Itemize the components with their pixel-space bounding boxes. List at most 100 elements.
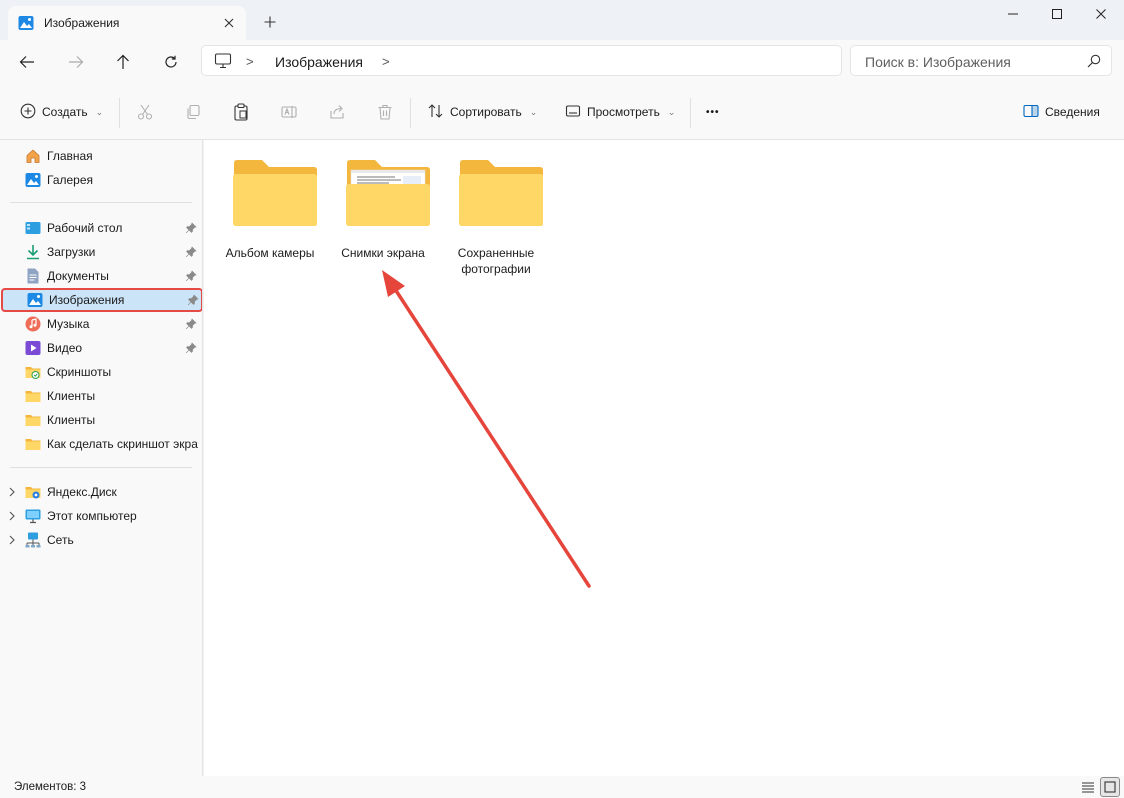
sort-button[interactable]: Сортировать ⌄ (428, 101, 537, 123)
pictures-icon (27, 292, 43, 308)
copy-icon[interactable] (182, 101, 204, 123)
minimize-button[interactable] (990, 0, 1036, 28)
video-icon (25, 340, 41, 356)
downloads-icon (25, 244, 41, 260)
folder-name: Альбом камеры (225, 246, 315, 260)
sidebar-item-pictures[interactable]: Изображения (1, 288, 202, 312)
sidebar-item-documents[interactable]: Документы (0, 264, 202, 288)
folder-icon (25, 412, 41, 428)
sidebar-item-label: Загрузки (47, 245, 96, 259)
computer-icon (25, 508, 41, 524)
sidebar-item-label: Рабочий стол (47, 221, 123, 235)
forward-button[interactable] (64, 50, 88, 74)
chevron-down-icon: ⌄ (667, 106, 676, 117)
folder-icon (459, 160, 543, 226)
breadcrumb-chevron-icon[interactable]: > (382, 54, 390, 69)
sidebar-item-network[interactable]: Сеть (0, 528, 202, 552)
folder-item-saved-pictures[interactable]: Сохраненные фотографии (446, 155, 546, 285)
chevron-right-icon[interactable] (7, 534, 17, 546)
pin-icon[interactable] (185, 318, 197, 330)
sidebar-item-clients[interactable]: Клиенты (0, 384, 202, 408)
sidebar-item-how-to-screenshot[interactable]: Как сделать скриншот экра (0, 432, 202, 456)
paste-icon[interactable] (230, 101, 252, 123)
back-button[interactable] (15, 50, 39, 74)
chevron-right-icon[interactable] (7, 510, 17, 522)
create-label: Создать (42, 105, 88, 119)
pin-icon[interactable] (185, 246, 197, 258)
pin-icon[interactable] (185, 270, 197, 282)
share-icon[interactable] (326, 101, 348, 123)
new-tab-button[interactable] (260, 12, 280, 32)
sort-icon (428, 103, 444, 122)
sidebar-item-video[interactable]: Видео (0, 336, 202, 360)
pin-icon[interactable] (185, 342, 197, 354)
sidebar-item-clients[interactable]: Клиенты (0, 408, 202, 432)
sidebar-item-label: Скриншоты (47, 365, 112, 379)
maximize-button[interactable] (1034, 0, 1080, 28)
tab-pictures[interactable]: Изображения (8, 6, 246, 40)
sidebar-item-label: Главная (47, 149, 93, 163)
command-bar: Создать ⌄ Сортировать ⌄ Просмотреть ⌄ ••… (0, 84, 1124, 140)
sidebar-item-this-pc[interactable]: Этот компьютер (0, 504, 202, 528)
music-icon (25, 316, 41, 332)
up-button[interactable] (111, 50, 135, 74)
delete-icon[interactable] (374, 101, 396, 123)
details-button[interactable]: Сведения (1023, 101, 1100, 123)
tab-title: Изображения (44, 16, 120, 30)
desktop-icon (25, 220, 41, 236)
tab-close-icon[interactable] (220, 14, 238, 32)
sidebar-item-music[interactable]: Музыка (0, 312, 202, 336)
sidebar-item-yandex-disk[interactable]: Яндекс.Диск (0, 480, 202, 504)
sidebar-item-screenshots[interactable]: Скриншоты (0, 360, 202, 384)
breadcrumb-pictures[interactable]: Изображения (275, 54, 363, 70)
view-button[interactable]: Просмотреть ⌄ (565, 101, 675, 123)
rename-icon[interactable] (278, 101, 300, 123)
close-window-button[interactable] (1078, 0, 1124, 28)
folder-item-camera-roll[interactable]: Альбом камеры (220, 155, 320, 285)
chevron-down-icon: ⌄ (95, 106, 104, 117)
folder-name: Сохраненные фотографии (457, 246, 535, 276)
sidebar-item-desktop[interactable]: Рабочий стол (0, 216, 202, 240)
sidebar-item-label: Музыка (47, 317, 90, 331)
home-icon (25, 148, 41, 164)
sidebar-item-label: Клиенты (47, 389, 96, 403)
computer-icon (214, 53, 232, 69)
plus-circle-icon (20, 103, 36, 122)
create-button[interactable]: Создать ⌄ (20, 101, 103, 123)
breadcrumb-chevron-icon[interactable]: > (246, 54, 254, 69)
yandex-disk-icon (25, 484, 41, 500)
divider (119, 98, 120, 128)
pin-icon[interactable] (187, 294, 199, 306)
sidebar-item-label: Клиенты (47, 413, 96, 427)
folder-icon (25, 436, 41, 452)
more-options-button[interactable]: ••• (706, 101, 720, 123)
sidebar-item-home[interactable]: Главная (0, 144, 202, 168)
sidebar-item-label: Яндекс.Диск (47, 485, 117, 499)
divider (690, 98, 691, 128)
chevron-down-icon: ⌄ (529, 106, 538, 117)
sidebar-item-label: Видео (47, 341, 83, 355)
sidebar-item-label: Этот компьютер (47, 509, 137, 523)
pin-icon[interactable] (185, 222, 197, 234)
tiles-view-icon (1104, 781, 1116, 793)
search-input[interactable]: Поиск в: Изображения (850, 45, 1112, 76)
cut-icon[interactable] (134, 101, 156, 123)
divider (10, 467, 192, 468)
folder-item-screenshots[interactable]: Снимки экрана (333, 155, 433, 285)
title-bar: Изображения (0, 0, 1124, 40)
sidebar-item-downloads[interactable]: Загрузки (0, 240, 202, 264)
details-label: Сведения (1045, 105, 1100, 119)
sidebar-item-label: Как сделать скриншот экра (47, 437, 198, 451)
status-bar: Элементов: 3 (0, 776, 1124, 798)
network-icon (25, 532, 41, 548)
sidebar-item-label: Сеть (47, 533, 74, 547)
gallery-icon (25, 172, 41, 188)
view-label: Просмотреть (587, 105, 660, 119)
sidebar-item-gallery[interactable]: Галерея (0, 168, 202, 192)
large-icons-view-button[interactable] (1100, 777, 1120, 797)
details-view-button[interactable] (1078, 777, 1098, 797)
folder-name: Снимки экрана (341, 246, 425, 260)
chevron-right-icon[interactable] (7, 486, 17, 498)
address-path[interactable]: > Изображения > (201, 45, 842, 76)
refresh-button[interactable] (159, 50, 183, 74)
